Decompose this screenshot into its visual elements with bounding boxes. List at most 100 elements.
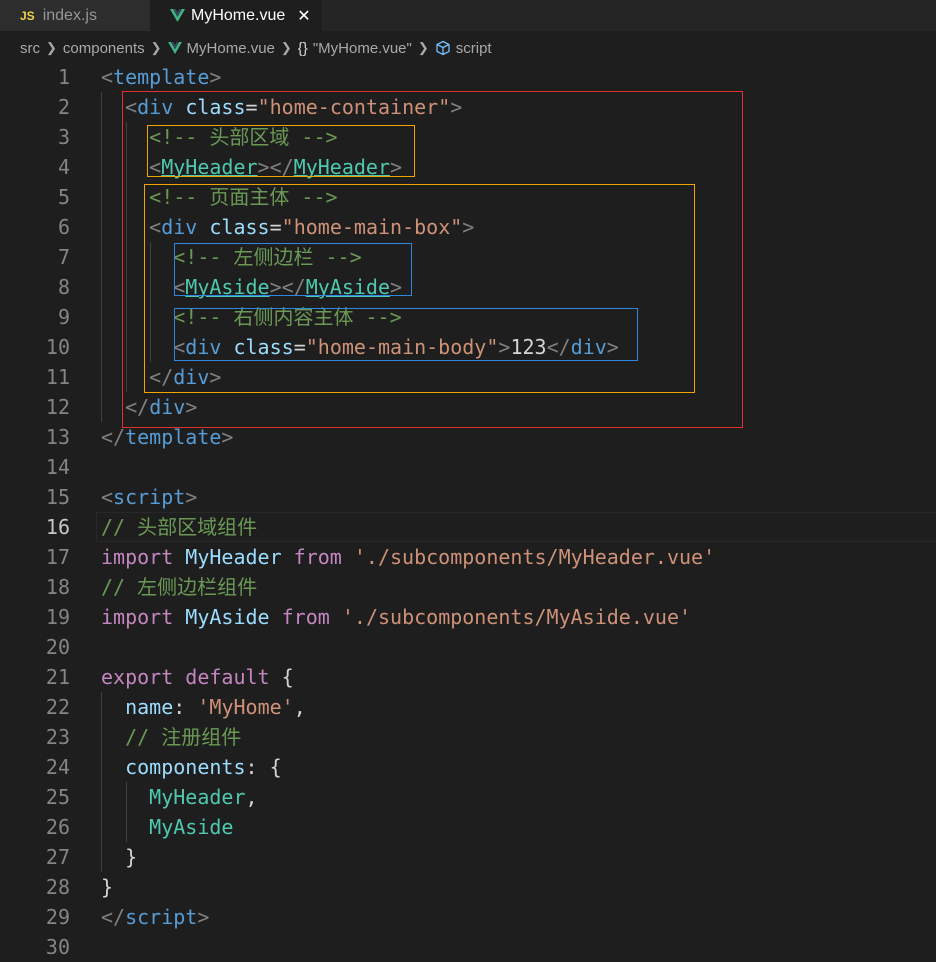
line-number: 18 [45,575,70,599]
code-token: > [209,65,222,89]
breadcrumb-src[interactable]: src [20,40,40,57]
code-line[interactable]: 23 // 注册组件 [0,722,936,752]
breadcrumb-components[interactable]: components [63,40,145,57]
tab-label: MyHome.vue [191,6,286,24]
code-token: // 左侧边栏组件 [101,575,258,599]
code-text: } [101,842,137,872]
line-number: 21 [45,665,70,689]
code-token: , [245,785,258,809]
code-editor[interactable]: 1 <template> 2 <div class="home-container"… [0,62,936,959]
code-line[interactable]: 28} [0,872,936,902]
code-line[interactable]: 1 <template> [0,62,936,92]
code-token: script [125,905,198,929]
code-text: components: { [101,752,282,782]
breadcrumb-script[interactable]: script [456,40,492,57]
code-token: template [125,425,222,449]
code-token: MyAside [185,605,270,629]
line-number: 7 [57,245,70,269]
code-text: <template> [101,62,221,92]
vue-file-icon [167,42,182,54]
code-token: MyHeader [185,545,282,569]
braces-icon: {} [297,39,308,57]
code-token: { [269,665,294,689]
code-token: } [101,845,138,869]
code-token: 'MyHome' [197,695,294,719]
line-number: 29 [45,905,70,929]
code-token: from [293,545,342,569]
code-line[interactable]: 30 [0,932,936,962]
line-number: 8 [57,275,70,299]
code-text: MyAside [101,812,233,842]
code-line[interactable]: 27 } [0,842,936,872]
code-token: > [185,485,198,509]
js-file-icon: JS [20,8,35,23]
code-text: <script> [101,482,197,512]
code-text: } [101,872,113,902]
code-token: </ [101,905,126,929]
code-text: </script> [101,902,209,932]
code-token: import [101,545,174,569]
code-line[interactable]: 25 MyHeader, [0,782,936,812]
code-text: // 注册组件 [101,722,241,752]
code-token: default [185,665,270,689]
code-line[interactable]: 21 export default { [0,662,936,692]
code-line[interactable]: 19 import MyAside from './subcomponents/M… [0,602,936,632]
code-line[interactable]: 26 MyAside [0,812,936,842]
code-line[interactable]: 20 [0,632,936,662]
code-line[interactable]: 29 </script> [0,902,936,932]
code-line[interactable]: 16 // 头部区域组件 [0,512,936,542]
line-number: 22 [45,695,70,719]
tab-bar: JS index.js MyHome.vue ✕ [0,0,936,31]
breadcrumb-file[interactable]: MyHome.vue [187,40,275,57]
line-number: 25 [45,785,70,809]
code-token: export [101,665,174,689]
code-token: </ [101,425,126,449]
tab-myhome-vue[interactable]: MyHome.vue ✕ [150,0,322,31]
tab-label: index.js [42,6,97,24]
line-number: 28 [45,875,70,899]
code-token: < [101,65,114,89]
line-number: 9 [57,305,70,329]
line-number: 30 [45,935,70,959]
line-number: 6 [57,215,70,239]
line-number: 17 [45,545,70,569]
code-text: // 头部区域组件 [101,512,257,542]
line-number: 26 [45,815,70,839]
code-token: components [125,755,246,779]
annotation-box-aside [174,243,412,296]
breadcrumb-object[interactable]: "MyHome.vue" [313,40,412,57]
line-number: 27 [45,845,70,869]
code-text: export default { [101,662,294,692]
line-number: 20 [45,635,70,659]
code-token: < [101,485,114,509]
code-line[interactable]: 18 // 左侧边栏组件 [0,572,936,602]
code-line[interactable]: 14 [0,452,936,482]
code-text: MyHeader, [101,782,258,812]
annotation-box-main-body [174,308,638,361]
tab-index-js[interactable]: JS index.js [0,0,150,31]
annotation-box-header [147,125,415,177]
line-number: 13 [45,425,70,449]
line-number: 24 [45,755,70,779]
code-line[interactable]: 22 name: 'MyHome', [0,692,936,722]
chevron-right-icon: ❯ [280,40,292,55]
close-icon[interactable]: ✕ [297,6,310,26]
code-token: : { [245,755,282,779]
code-token: // 注册组件 [125,725,242,749]
breadcrumb: src ❯ components ❯ MyHome.vue ❯ {} "MyHo… [0,31,936,65]
code-token: './subcomponents/MyAside.vue' [341,605,692,629]
chevron-right-icon: ❯ [46,40,57,55]
code-line[interactable]: 15 <script> [0,482,936,512]
code-text: import MyAside from './subcomponents/MyA… [101,602,691,632]
code-line[interactable]: 24 components: { [0,752,936,782]
code-token: name [125,695,174,719]
line-number: 3 [57,125,70,149]
code-line[interactable]: 17 import MyHeader from './subcomponents/… [0,542,936,572]
